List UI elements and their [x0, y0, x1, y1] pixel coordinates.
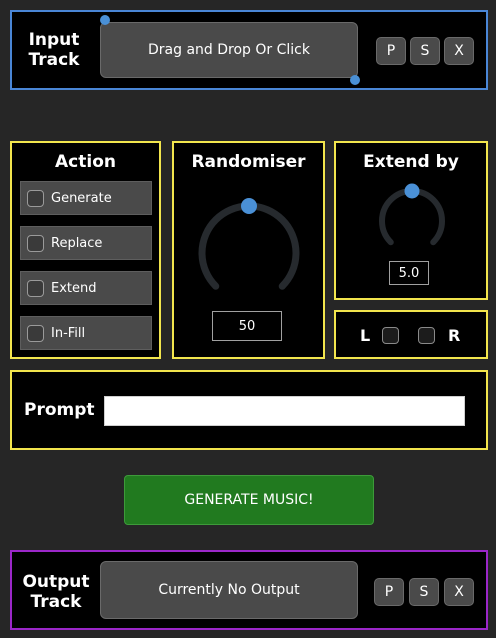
- input-play-button[interactable]: P: [376, 37, 406, 65]
- action-option-generate[interactable]: Generate: [20, 181, 152, 215]
- action-option-label: Generate: [51, 190, 112, 206]
- action-option-replace[interactable]: Replace: [20, 226, 152, 260]
- extend-checkbox[interactable]: [27, 279, 44, 297]
- randomiser-panel: Randomiser 50: [172, 141, 325, 359]
- extend-by-knob[interactable]: [372, 181, 452, 261]
- drop-zone-resize-handle-top[interactable]: [100, 15, 110, 25]
- input-drop-zone[interactable]: Drag and Drop Or Click: [100, 22, 358, 78]
- left-channel-label: L: [360, 326, 371, 345]
- extend-by-value-box[interactable]: 5.0: [389, 261, 429, 285]
- input-solo-button[interactable]: S: [410, 37, 440, 65]
- left-channel-checkbox[interactable]: [382, 327, 399, 344]
- action-title: Action: [55, 152, 116, 172]
- input-track-title: Input Track: [28, 30, 80, 70]
- output-track-title: Output Track: [22, 572, 90, 612]
- generate-checkbox[interactable]: [27, 189, 44, 207]
- output-clear-button[interactable]: X: [444, 578, 474, 606]
- extend-by-panel: Extend by 5.0: [334, 141, 488, 300]
- action-option-in-fill[interactable]: In-Fill: [20, 316, 152, 350]
- prompt-panel: Prompt: [10, 370, 488, 450]
- channel-panel: L R: [334, 310, 488, 359]
- replace-checkbox[interactable]: [27, 234, 44, 252]
- output-play-button[interactable]: P: [374, 578, 404, 606]
- right-channel-label: R: [448, 326, 461, 345]
- action-panel: Action Generate Replace Extend In-Fill: [10, 141, 161, 359]
- extend-by-title: Extend by: [363, 152, 459, 172]
- prompt-input[interactable]: [104, 396, 465, 426]
- drop-zone-resize-handle-bottom[interactable]: [350, 75, 360, 85]
- output-solo-button[interactable]: S: [409, 578, 439, 606]
- generate-music-button[interactable]: GENERATE MUSIC!: [124, 475, 374, 525]
- action-option-label: Replace: [51, 235, 103, 251]
- randomiser-knob[interactable]: [189, 193, 309, 313]
- in-fill-checkbox[interactable]: [27, 324, 44, 342]
- prompt-label: Prompt: [24, 400, 95, 420]
- extend-by-knob-thumb[interactable]: [404, 183, 420, 199]
- right-channel-checkbox[interactable]: [418, 327, 435, 344]
- output-status-box: Currently No Output: [100, 561, 358, 619]
- output-track-panel: Output Track Currently No Output P S X: [10, 550, 488, 630]
- action-option-label: In-Fill: [51, 325, 86, 341]
- input-clear-button[interactable]: X: [444, 37, 474, 65]
- randomiser-knob-thumb[interactable]: [241, 198, 257, 214]
- action-option-extend[interactable]: Extend: [20, 271, 152, 305]
- randomiser-value-box[interactable]: 50: [212, 311, 282, 341]
- action-option-label: Extend: [51, 280, 97, 296]
- randomiser-title: Randomiser: [191, 152, 306, 172]
- input-track-panel: Input Track Drag and Drop Or Click P S X: [10, 10, 488, 90]
